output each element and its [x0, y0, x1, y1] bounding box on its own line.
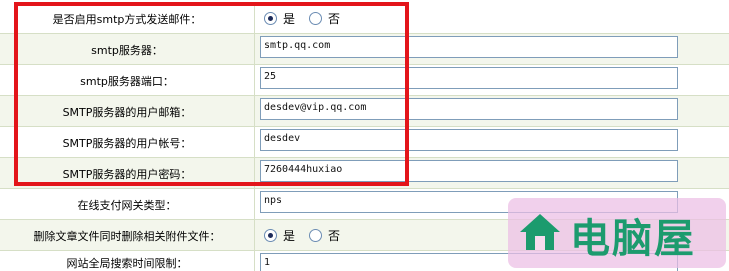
delete-attachments-no-radio[interactable]	[309, 229, 323, 242]
delete-attachments-radio-group: 是 否	[264, 220, 348, 251]
delete-attachments-no-label[interactable]: 否	[328, 227, 340, 244]
label-delete-attachments: 删除文章文件同时删除相关附件文件：	[33, 229, 221, 243]
label-search-limit: 网站全局搜索时间限制：	[66, 257, 188, 270]
label-payment-gateway: 在线支付网关类型：	[77, 198, 177, 212]
delete-attachments-yes-radio[interactable]	[264, 229, 277, 242]
house-logo-icon	[520, 214, 560, 250]
watermark-text: 电脑屋	[570, 215, 696, 262]
delete-attachments-yes-label[interactable]: 是	[283, 227, 295, 244]
watermark: 电脑屋	[508, 198, 726, 268]
highlight-box	[14, 2, 409, 186]
